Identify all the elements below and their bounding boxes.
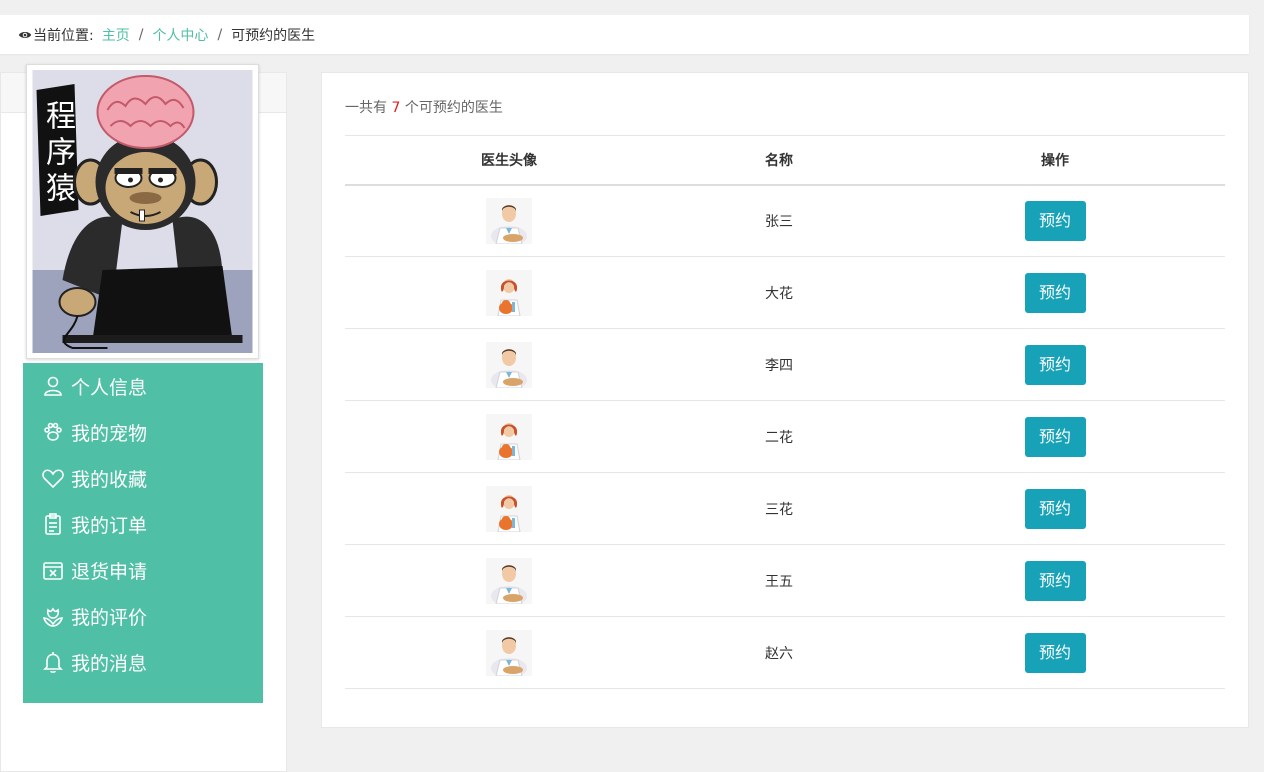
flower-icon [41, 604, 65, 628]
sidebar-item-label: 我的宠物 [71, 422, 148, 445]
doctor-avatar-cell [345, 256, 673, 329]
sidebar-item-label: 个人信息 [71, 376, 148, 399]
sidebar-item-label: 我的评价 [71, 606, 148, 629]
doctor-name: 三花 [673, 472, 885, 545]
doctor-action-cell: 预约 [885, 400, 1225, 473]
book-appointment-button[interactable]: 预约 [1024, 344, 1086, 385]
table-row: 张三 预约 [345, 184, 1225, 257]
sidebar-item-label: 我的订单 [71, 514, 148, 537]
sidebar-item-profile[interactable]: 个人信息 [23, 363, 263, 409]
doctor-avatar-cell [345, 544, 673, 617]
sidebar-item-returns[interactable]: 退货申请 [23, 547, 263, 593]
book-appointment-button[interactable]: 预约 [1024, 200, 1086, 241]
clipboard-icon [41, 512, 65, 536]
female-doctor-avatar [486, 485, 532, 532]
book-appointment-button[interactable]: 预约 [1024, 632, 1086, 673]
table-row: 二花 预约 [345, 400, 1225, 473]
doctor-count-summary: 一共有 7 个可预约的医生 [345, 97, 503, 117]
male-doctor-avatar [486, 629, 532, 676]
summary-suffix: 个可预约的医生 [404, 100, 503, 116]
male-doctor-avatar [486, 557, 532, 604]
paw-icon [41, 420, 65, 444]
breadcrumb-prefix: 当前位置: [33, 27, 94, 44]
doctor-list-panel: 一共有 7 个可预约的医生 医生头像 名称 操作 张三 预约 大花 预约 李四 预约 二花预… [321, 72, 1249, 728]
sidebar-menu: 个人信息 我的宠物 我的收藏 我的订单 退货申请 我的评价 我的消息 [23, 363, 263, 703]
column-header-avatar: 医生头像 [345, 135, 673, 186]
bell-icon [41, 650, 65, 674]
table-row: 大花 预约 [345, 256, 1225, 329]
breadcrumb: 当前位置: 主页 / 个人中心 / 可预约的医生 [0, 15, 1249, 54]
book-appointment-button[interactable]: 预约 [1024, 416, 1086, 457]
doctor-name: 大花 [673, 256, 885, 329]
sidebar-item-reviews[interactable]: 我的评价 [23, 593, 263, 639]
table-row: 三花 预约 [345, 472, 1225, 545]
return-box-icon [41, 558, 65, 582]
heart-icon [41, 466, 65, 490]
doctor-name: 王五 [673, 544, 885, 617]
column-header-name: 名称 [673, 135, 885, 186]
female-doctor-avatar [486, 269, 532, 316]
avatar-banner-text: 程序猿 [40, 100, 76, 208]
user-icon [41, 374, 65, 398]
eye-icon [18, 28, 32, 42]
breadcrumb-separator: / [217, 26, 223, 43]
breadcrumb-home-link[interactable]: 主页 [102, 25, 130, 45]
table-row: 李四 预约 [345, 328, 1225, 401]
doctor-action-cell: 预约 [885, 184, 1225, 257]
doctor-action-cell: 预约 [885, 472, 1225, 545]
sidebar-item-orders[interactable]: 我的订单 [23, 501, 263, 547]
breadcrumb-current: 可预约的医生 [231, 27, 316, 44]
male-doctor-avatar [486, 197, 532, 244]
column-header-action: 操作 [885, 135, 1225, 186]
doctor-action-cell: 预约 [885, 616, 1225, 689]
book-appointment-button[interactable]: 预约 [1024, 488, 1086, 529]
user-avatar: 程序猿 [26, 64, 259, 359]
sidebar-item-messages[interactable]: 我的消息 [23, 639, 263, 685]
sidebar-item-label: 退货申请 [71, 560, 148, 583]
doctor-action-cell: 预约 [885, 256, 1225, 329]
doctor-table: 医生头像 名称 操作 张三 预约 大花 预约 李四 预约 二花 预约 三花 预约 王五 预约 赵六 预约 [345, 135, 1225, 689]
breadcrumb-separator: / [138, 26, 144, 43]
doctor-avatar-cell [345, 184, 673, 257]
summary-count: 7 [391, 100, 401, 116]
programmer-monkey-avatar: 程序猿 [32, 70, 253, 353]
sidebar-item-label: 我的收藏 [71, 468, 148, 491]
doctor-action-cell: 预约 [885, 328, 1225, 401]
sidebar-item-pets[interactable]: 我的宠物 [23, 409, 263, 455]
male-doctor-avatar [486, 341, 532, 388]
doctor-avatar-cell [345, 616, 673, 689]
sidebar-item-favorites[interactable]: 我的收藏 [23, 455, 263, 501]
female-doctor-avatar [486, 413, 532, 460]
table-row: 王五 预约 [345, 544, 1225, 617]
doctor-name: 赵六 [673, 616, 885, 689]
breadcrumb-center-link[interactable]: 个人中心 [152, 25, 208, 45]
doctor-avatar-cell [345, 400, 673, 473]
table-header-row: 医生头像 名称 操作 [345, 135, 1225, 186]
doctor-avatar-cell [345, 472, 673, 545]
summary-prefix: 一共有 [345, 100, 387, 116]
book-appointment-button[interactable]: 预约 [1024, 272, 1086, 313]
doctor-action-cell: 预约 [885, 544, 1225, 617]
sidebar-item-label: 我的消息 [71, 652, 148, 675]
doctor-avatar-cell [345, 328, 673, 401]
table-row: 赵六 预约 [345, 616, 1225, 689]
book-appointment-button[interactable]: 预约 [1024, 560, 1086, 601]
doctor-name: 二花 [673, 400, 885, 473]
doctor-name: 李四 [673, 328, 885, 401]
doctor-name: 张三 [673, 184, 885, 257]
